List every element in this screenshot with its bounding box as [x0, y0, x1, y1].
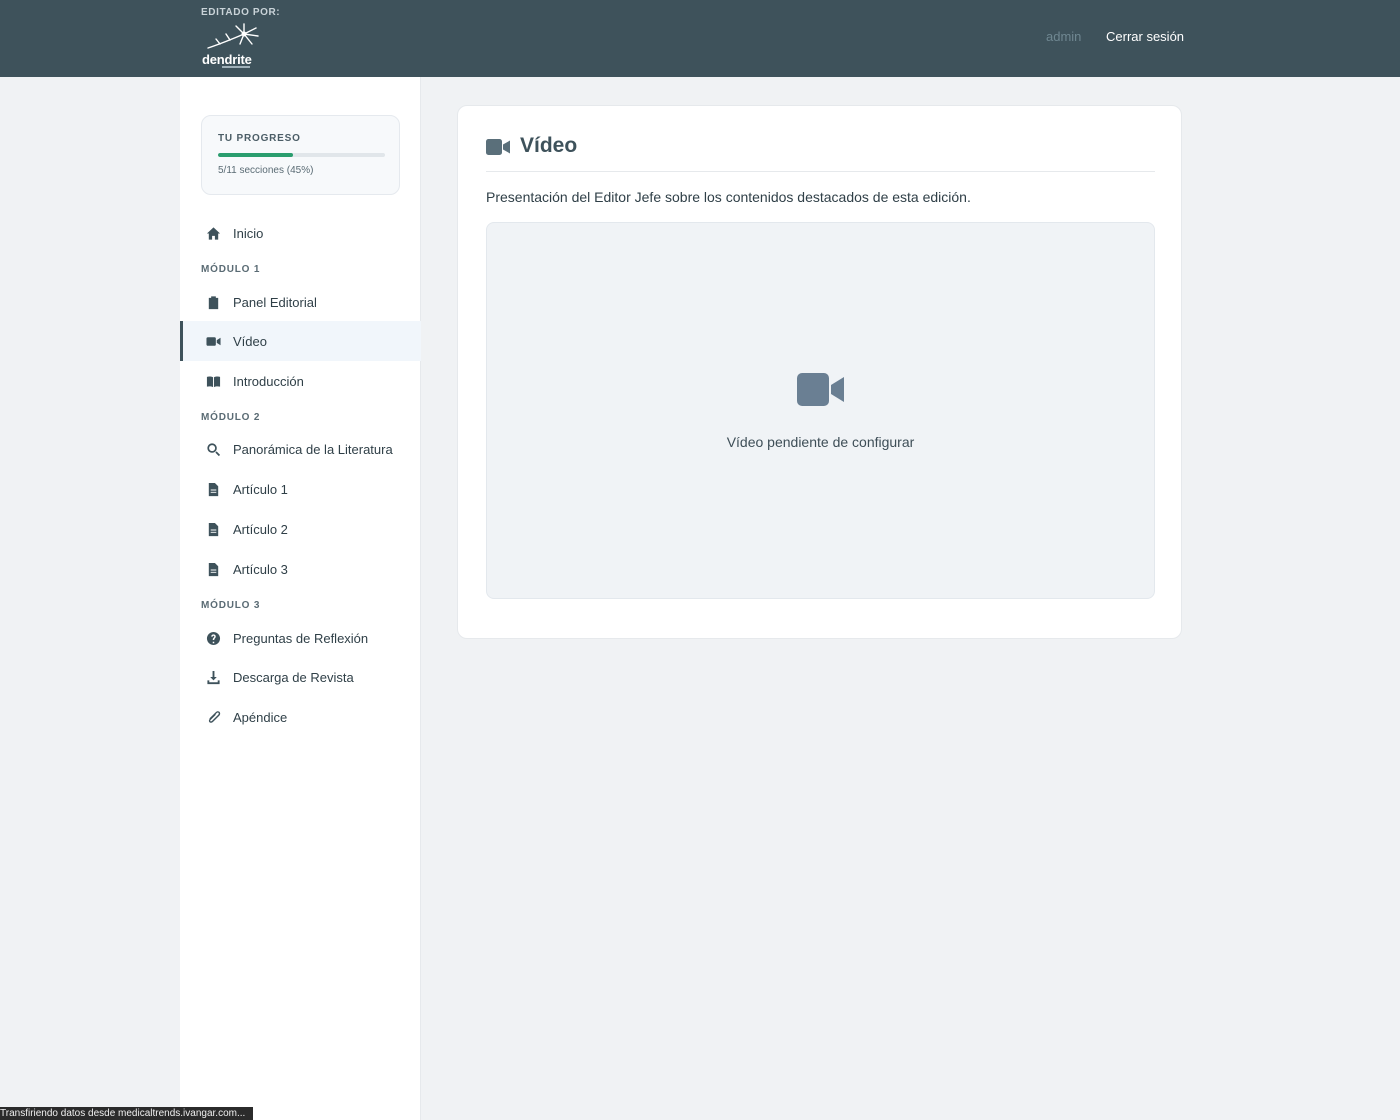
- sidebar-item-label: Descarga de Revista: [233, 669, 354, 685]
- sidebar-item-label: Preguntas de Reflexión: [233, 630, 369, 646]
- sidebar-item-introduccion[interactable]: Introducción: [180, 361, 421, 401]
- progress-card: TU PROGRESO 5/11 secciones (45%): [201, 115, 400, 195]
- logo-text: dendrite: [202, 52, 252, 67]
- sidebar-item-video[interactable]: Vídeo: [180, 321, 421, 361]
- module-3-heading: MÓDULO 3: [201, 600, 261, 611]
- video-camera-icon: [486, 139, 510, 155]
- sidebar: TU PROGRESO 5/11 secciones (45%) Inicio …: [180, 77, 421, 1120]
- document-icon: [205, 481, 221, 497]
- sidebar-item-label: Artículo 2: [233, 521, 288, 537]
- module-1-heading: MÓDULO 1: [201, 264, 261, 275]
- edited-by-label: EDITADO POR:: [201, 7, 281, 18]
- progress-bar-fill: [218, 153, 294, 157]
- sidebar-item-label: Artículo 1: [233, 481, 288, 497]
- page-title: Vídeo: [520, 134, 578, 157]
- sidebar-item-label: Vídeo: [233, 333, 267, 349]
- sidebar-item-inicio[interactable]: Inicio: [180, 213, 421, 253]
- video-placeholder-text: Vídeo pendiente de configurar: [726, 434, 915, 450]
- sidebar-item-articulo-3[interactable]: Artículo 3: [180, 549, 421, 589]
- sidebar-item-articulo-2[interactable]: Artículo 2: [180, 509, 421, 549]
- sidebar-item-label: Panorámica de la Literatura: [233, 441, 393, 457]
- download-icon: [205, 669, 221, 685]
- dendrite-logo-mark: [207, 23, 259, 49]
- dendrite-logo[interactable]: dendrite: [200, 22, 264, 70]
- document-icon: [205, 561, 221, 577]
- sidebar-item-panoramica[interactable]: Panorámica de la Literatura: [180, 429, 421, 469]
- video-placeholder[interactable]: Vídeo pendiente de configurar: [486, 222, 1155, 599]
- card-header: Vídeo: [486, 134, 1155, 172]
- home-icon: [205, 225, 221, 241]
- sidebar-item-descarga[interactable]: Descarga de Revista: [180, 657, 421, 697]
- sidebar-item-apendice[interactable]: Apéndice: [180, 697, 421, 737]
- sidebar-item-label: Panel Editorial: [233, 294, 317, 310]
- paperclip-icon: [205, 709, 221, 725]
- book-open-icon: [205, 373, 221, 389]
- search-icon: [205, 441, 221, 457]
- browser-status-bar: Transfiriendo datos desde medicaltrends.…: [0, 1107, 253, 1120]
- page-description: Presentación del Editor Jefe sobre los c…: [486, 189, 971, 205]
- question-circle-icon: [205, 630, 221, 646]
- clipboard-icon: [205, 294, 221, 310]
- sidebar-item-panel-editorial[interactable]: Panel Editorial: [180, 282, 421, 322]
- sidebar-item-label: Inicio: [233, 225, 264, 241]
- logout-link[interactable]: Cerrar sesión: [1106, 29, 1184, 44]
- progress-title: TU PROGRESO: [218, 133, 301, 144]
- module-2-heading: MÓDULO 2: [201, 412, 261, 423]
- logo-tagline-line: [222, 66, 250, 68]
- sidebar-item-label: Artículo 3: [233, 561, 288, 577]
- progress-bar: [218, 153, 385, 157]
- sidebar-item-preguntas[interactable]: Preguntas de Reflexión: [180, 618, 421, 658]
- content-card: Vídeo Presentación del Editor Jefe sobre…: [457, 105, 1182, 639]
- sidebar-item-label: Introducción: [233, 373, 304, 389]
- document-icon: [205, 521, 221, 537]
- top-header: EDITADO POR: dendrite admin Cerrar sesió…: [0, 0, 1400, 77]
- progress-text: 5/11 secciones (45%): [218, 165, 314, 176]
- sidebar-item-label: Apéndice: [233, 709, 288, 725]
- video-camera-icon: [205, 333, 221, 349]
- video-camera-icon: [797, 373, 845, 406]
- current-user[interactable]: admin: [1046, 29, 1081, 44]
- sidebar-item-articulo-1[interactable]: Artículo 1: [180, 469, 421, 509]
